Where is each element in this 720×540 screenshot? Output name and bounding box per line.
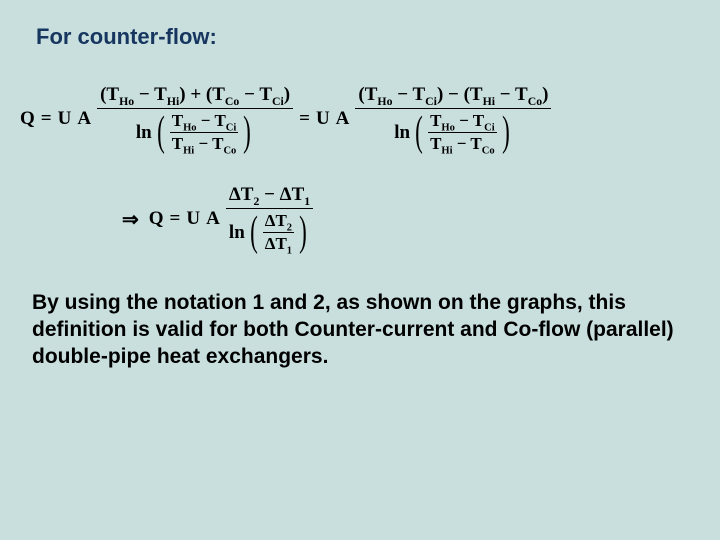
heading-counter-flow: For counter-flow:: [36, 24, 688, 50]
paren-left-icon: (: [157, 116, 165, 150]
inner-fraction-3: ΔT2 ΔT1: [263, 211, 294, 254]
paren-left-icon: (: [415, 116, 423, 150]
slide: For counter-flow: Q = U A (THo − THi) + …: [0, 0, 720, 540]
equation-2: ⇒ Q = U A ΔT2 − ΔT1 ln ( ΔT2 ΔT1: [122, 184, 688, 254]
fraction-2: (THo − TCi) − (THi − TCo) ln ( THo − TCi: [355, 84, 551, 154]
equation-1: Q = U A (THo − THi) + (TCo − TCi) ln ( T…: [20, 84, 688, 154]
implies-icon: ⇒: [122, 207, 139, 232]
paren-right-icon: ): [243, 116, 251, 150]
sym-Q: Q: [20, 108, 35, 130]
ln-label: ln: [136, 122, 152, 144]
sym-Q3: Q: [149, 208, 164, 230]
paren-left-icon: (: [250, 216, 258, 250]
sym-eq: =: [41, 108, 52, 130]
sym-A: A: [77, 108, 91, 130]
sym-U2: U: [316, 108, 330, 130]
sym-U: U: [58, 108, 72, 130]
sym-eq3: =: [170, 208, 181, 230]
inner-fraction-2: THo − TCi THi − TCo: [428, 111, 497, 154]
fraction-3: ΔT2 − ΔT1 ln ( ΔT2 ΔT1 ): [226, 184, 313, 254]
sym-eq2: =: [299, 108, 310, 130]
inner-fraction-1: THo − TCi THi − TCo: [170, 111, 239, 154]
paren-right-icon: ): [502, 116, 510, 150]
sym-A3: A: [206, 208, 220, 230]
body-paragraph: By using the notation 1 and 2, as shown …: [32, 290, 688, 371]
paren-right-icon: ): [299, 216, 307, 250]
sym-A2: A: [336, 108, 350, 130]
sym-U3: U: [186, 208, 200, 230]
fraction-1: (THo − THi) + (TCo − TCi) ln ( THo − TCi: [97, 84, 293, 154]
